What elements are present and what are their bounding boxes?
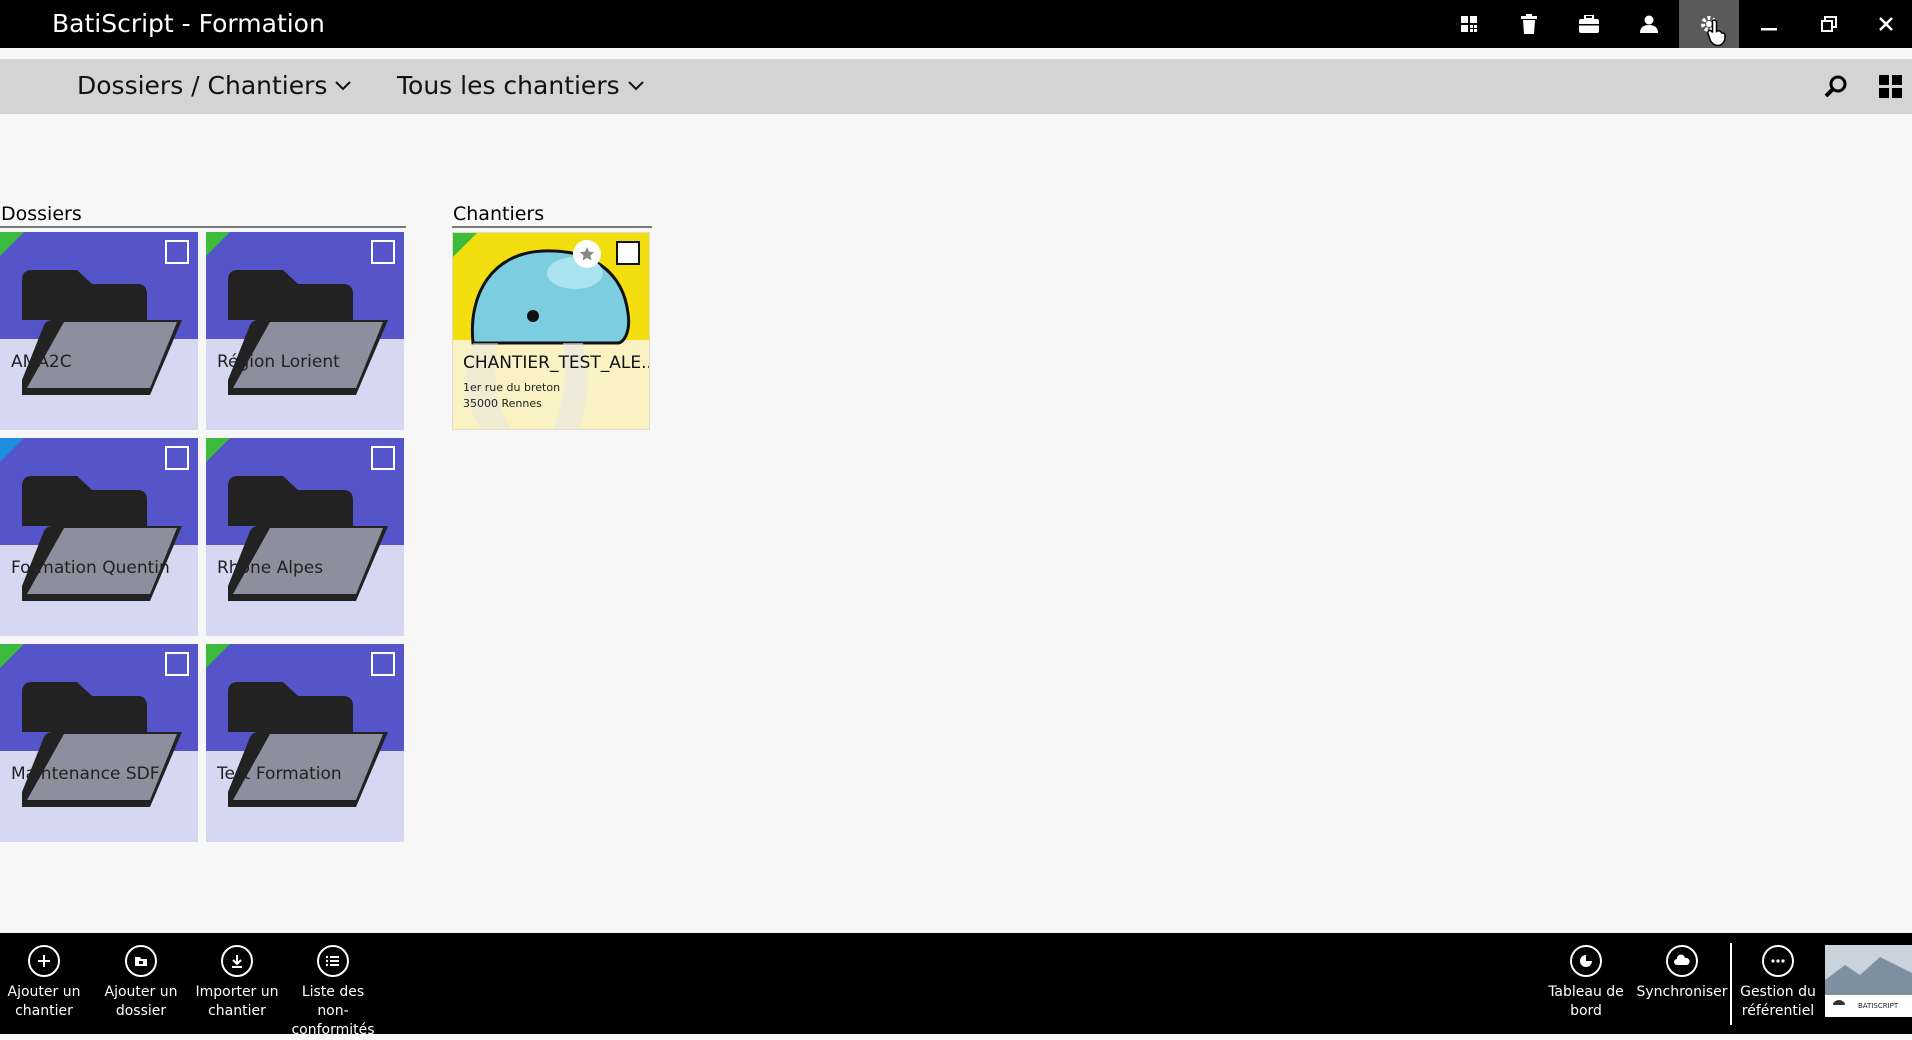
batiscript-logo: BATISCRIPT (1825, 945, 1912, 1017)
list-button[interactable]: Liste des non-conformités (285, 945, 381, 1040)
logo-text: BATISCRIPT (1858, 1002, 1899, 1010)
dossiers-heading: Dossiers (1, 203, 82, 225)
folder-label: Formation Quentin (11, 558, 170, 578)
user-icon[interactable] (1619, 0, 1679, 48)
status-corner (0, 232, 24, 256)
restore-icon[interactable] (1799, 0, 1859, 48)
button-label-line1: Gestion du (1740, 984, 1816, 1000)
plus-circle-icon (28, 945, 60, 977)
button-label-line2: conformités (291, 1022, 375, 1038)
folder-icon (22, 476, 182, 601)
folder-tile[interactable]: Test Formation (206, 644, 404, 842)
button-label-line1: Importer un (195, 984, 279, 1000)
folder-checkbox[interactable] (165, 446, 189, 470)
more-circle-icon (1762, 945, 1794, 977)
minimize-icon[interactable] (1739, 0, 1799, 48)
chantier-tile[interactable]: CHANTIER_TEST_ALE... 1er rue du breton 3… (452, 232, 650, 430)
button-label-line1: Tableau de (1548, 984, 1624, 1000)
folder-icon (22, 270, 182, 395)
grid-view-icon[interactable] (1879, 75, 1903, 103)
button-label-line1: Synchroniser (1636, 984, 1728, 1000)
folder-icon (22, 682, 182, 807)
folder-icon (228, 476, 388, 601)
settings-icon[interactable] (1679, 0, 1739, 48)
status-corner (206, 438, 230, 462)
more-button[interactable]: Gestion du référentiel (1730, 945, 1826, 1021)
folder-label: Rhone Alpes (217, 558, 324, 578)
chantier-address-line2: 35000 Rennes (463, 397, 542, 410)
dossiers-chantiers-label: Dossiers / Chantiers (77, 71, 328, 100)
folder-label: Maintenance SDF (11, 764, 160, 784)
folder-label: Test Formation (217, 764, 342, 784)
folder-tile[interactable]: Maintenance SDF (0, 644, 198, 842)
folder-tile[interactable]: AMA2C (0, 232, 198, 430)
status-corner (206, 644, 230, 668)
download-circle-icon (221, 945, 253, 977)
folder-checkbox[interactable] (165, 240, 189, 264)
folder-tile[interactable]: Région Lorient (206, 232, 404, 430)
folder-checkbox[interactable] (371, 652, 395, 676)
status-corner (0, 438, 24, 462)
status-corner (453, 233, 477, 257)
chantier-address-line1: 1er rue du breton (463, 381, 561, 394)
apps-icon[interactable] (1439, 0, 1499, 48)
nav-bar: Dossiers / Chantiers Tous les chantiers (0, 59, 1912, 114)
favorite-star-icon[interactable] (573, 240, 601, 268)
dashboard-circle-icon (1570, 945, 1602, 977)
filter-label: Tous les chantiers (397, 71, 620, 100)
folder-checkbox[interactable] (165, 652, 189, 676)
chantiers-heading: Chantiers (453, 203, 545, 225)
button-label-line2: référentiel (1741, 1003, 1815, 1019)
folder-icon (228, 682, 388, 807)
bottom-app-bar: Ajouter un chantier Ajouter un dossier Impor… (0, 933, 1912, 1038)
folder-label: Région Lorient (217, 352, 340, 372)
chevron-down-icon (335, 80, 352, 90)
button-label-line1: Liste des non- (301, 984, 365, 1019)
chantier-name: CHANTIER_TEST_ALE... (463, 353, 650, 373)
status-corner (0, 644, 24, 668)
button-label-line2: bord (1570, 1003, 1602, 1019)
dashboard-button[interactable]: Tableau de bord (1538, 945, 1634, 1021)
folder-button[interactable]: Ajouter un dossier (93, 945, 189, 1021)
title-bar: BatiScript - Formation (0, 0, 1912, 48)
close-icon[interactable] (1859, 0, 1912, 48)
window-title: BatiScript - Formation (52, 9, 325, 38)
folder-circle-icon (125, 945, 157, 977)
download-button[interactable]: Importer un chantier (189, 945, 285, 1021)
dossiers-chantiers-dropdown[interactable]: Dossiers / Chantiers (77, 71, 352, 100)
button-label-line1: Ajouter un (7, 984, 81, 1000)
briefcase-icon[interactable] (1559, 0, 1619, 48)
plus-button[interactable]: Ajouter un chantier (0, 945, 92, 1021)
folder-icon (228, 270, 388, 395)
cloud-button[interactable]: Synchroniser (1634, 945, 1730, 1002)
folder-checkbox[interactable] (371, 446, 395, 470)
search-icon[interactable] (1824, 75, 1848, 103)
folder-checkbox[interactable] (371, 240, 395, 264)
cloud-circle-icon (1666, 945, 1698, 977)
folder-label: AMA2C (11, 352, 72, 372)
trash-icon[interactable] (1499, 0, 1559, 48)
cursor-hand-icon (1707, 19, 1726, 47)
status-corner (206, 232, 230, 256)
folder-tile[interactable]: Formation Quentin (0, 438, 198, 636)
button-label-line2: chantier (208, 1003, 266, 1019)
dossiers-divider (0, 226, 406, 228)
list-circle-icon (317, 945, 349, 977)
chevron-down-icon (627, 80, 644, 90)
button-label-line2: dossier (115, 1003, 167, 1019)
button-label-line1: Ajouter un (104, 984, 178, 1000)
chantier-checkbox[interactable] (616, 241, 640, 265)
filter-dropdown[interactable]: Tous les chantiers (397, 71, 644, 100)
chantiers-divider (452, 226, 652, 228)
button-label-line2: chantier (15, 1003, 73, 1019)
folder-tile[interactable]: Rhone Alpes (206, 438, 404, 636)
